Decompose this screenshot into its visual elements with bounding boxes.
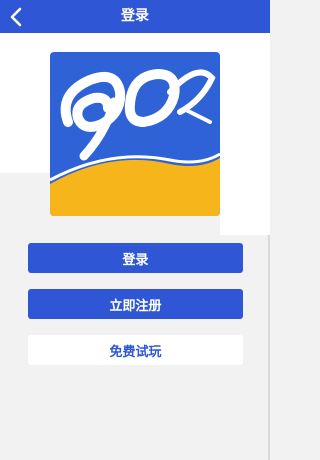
back-button[interactable] [2, 0, 30, 33]
chevron-left-icon [10, 7, 22, 26]
page-title: 登录 [121, 8, 149, 24]
app-logo [50, 52, 220, 216]
register-button[interactable]: 立即注册 [28, 289, 243, 319]
top-nav-bar: 登录 [0, 0, 270, 33]
scroll-edge [268, 235, 270, 460]
login-button[interactable]: 登录 [28, 243, 243, 273]
free-trial-button[interactable]: 免费试玩 [28, 335, 243, 365]
logo-panel-corner [220, 173, 270, 235]
